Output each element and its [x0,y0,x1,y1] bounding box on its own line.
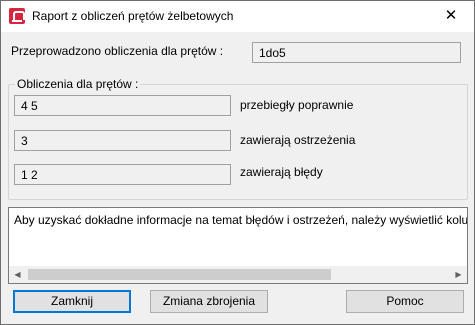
passed-bars-field[interactable]: 4 5 [14,95,231,116]
message-box[interactable]: Aby uzyskać dokładne informacje na temat… [8,207,468,284]
error-bars-field[interactable]: 1 2 [14,164,231,185]
close-button[interactable]: Zamknij [13,290,131,313]
calculations-group-title: Obliczenia dla prętów : [15,77,141,91]
robot-app-icon [9,8,25,24]
window-title: Raport z obliczeń prętów żelbetowych [32,9,234,23]
summary-bars-field[interactable]: 1do5 [252,42,461,63]
scroll-right-icon[interactable]: ▶ [450,266,467,283]
help-button[interactable]: Pomoc [346,290,464,313]
message-text: Aby uzyskać dokładne informacje na temat… [14,213,468,227]
warning-bars-field[interactable]: 3 [14,130,231,151]
error-bars-label: zawierają błędy [240,165,323,179]
scroll-thumb[interactable] [28,269,331,280]
summary-label: Przeprowadzono obliczenia dla prętów : [11,44,224,58]
passed-bars-label: przebiegły poprawnie [240,98,354,112]
warning-bars-label: zawierają ostrzeżenia [240,133,356,147]
change-reinforcement-button[interactable]: Zmiana zbrojenia [150,290,268,313]
scroll-left-icon[interactable]: ◀ [9,266,26,283]
horizontal-scrollbar[interactable]: ◀ ▶ [9,266,467,283]
title-bar: Raport z obliczeń prętów żelbetowych ✕ [1,1,474,32]
close-icon[interactable]: ✕ [428,1,474,32]
report-dialog: Raport z obliczeń prętów żelbetowych ✕ P… [0,0,475,325]
